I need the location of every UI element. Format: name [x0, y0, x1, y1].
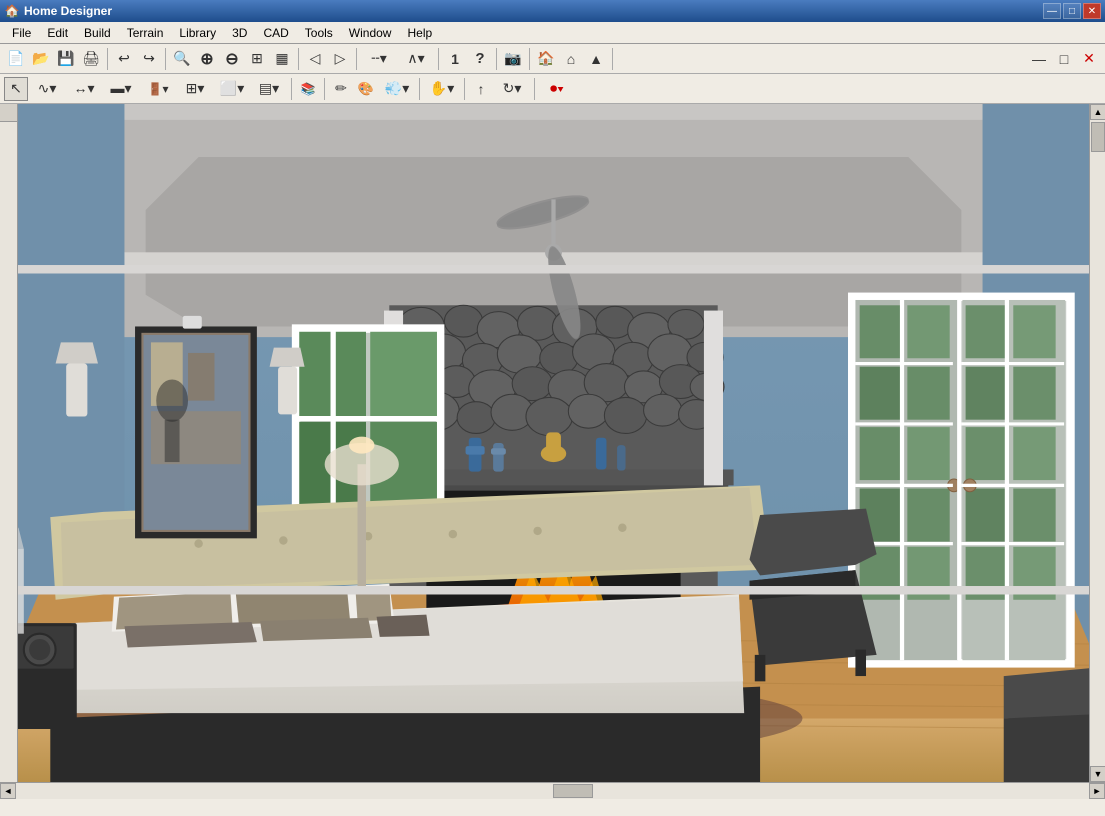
- window-title: Home Designer: [24, 4, 1043, 18]
- title-bar: 🏠 Home Designer — □ ✕: [0, 0, 1105, 22]
- zoom-in-button[interactable]: ⊕: [195, 47, 219, 71]
- menu-library[interactable]: Library: [171, 24, 224, 42]
- sep2: [165, 48, 166, 70]
- house-view3-button[interactable]: ▲: [584, 47, 608, 71]
- spray-button[interactable]: 💨▾: [379, 77, 415, 101]
- select-tool-button[interactable]: ↖: [4, 77, 28, 101]
- measure-button[interactable]: ↔▾: [66, 77, 102, 101]
- menu-cad[interactable]: CAD: [255, 24, 296, 42]
- draw-arc-button[interactable]: ∿▾: [29, 77, 65, 101]
- cabinet-button[interactable]: ▤▾: [251, 77, 287, 101]
- sep-t2-4: [464, 78, 465, 100]
- toolbar1: 📄 📂 💾 🖨 ↩ ↪ 🔍 ⊕ ⊖ ⊞ ▦ ◁ ▷ ╌▾ ∧▾ 1 ? 📷 🏠 …: [0, 44, 1105, 74]
- save-view-button[interactable]: ⊞▾: [177, 77, 213, 101]
- help-button[interactable]: ?: [468, 47, 492, 71]
- window-tool-button[interactable]: ⬜▾: [214, 77, 250, 101]
- sep-t2-1: [291, 78, 292, 100]
- scroll-track[interactable]: [1090, 120, 1105, 766]
- menu-help[interactable]: Help: [399, 24, 440, 42]
- camera-button[interactable]: 📷: [501, 47, 525, 71]
- wall-button[interactable]: ▬▾: [103, 77, 139, 101]
- house-view1-button[interactable]: 🏠: [534, 47, 558, 71]
- sep8: [612, 48, 613, 70]
- scroll-thumb[interactable]: [1091, 122, 1105, 152]
- win-minimize2-button[interactable]: —: [1027, 47, 1051, 71]
- paint-button[interactable]: 🎨: [354, 77, 378, 101]
- rec-button[interactable]: ⏺▾: [539, 77, 575, 101]
- hand-tool-button[interactable]: ✋▾: [424, 77, 460, 101]
- h-scroll-track[interactable]: [16, 783, 1089, 799]
- scroll-left-button[interactable]: ◄: [0, 783, 16, 799]
- sep-t2-2: [324, 78, 325, 100]
- sep3: [298, 48, 299, 70]
- save-button[interactable]: 💾: [54, 47, 78, 71]
- sep6: [496, 48, 497, 70]
- undo-button[interactable]: ↩: [112, 47, 136, 71]
- scroll-up-button[interactable]: ▲: [1090, 104, 1105, 120]
- app-icon: 🏠: [4, 3, 20, 19]
- status-bar: [0, 798, 1105, 816]
- menu-build[interactable]: Build: [76, 24, 119, 42]
- rotate-button[interactable]: ↻▾: [494, 77, 530, 101]
- sep-t2-3: [419, 78, 420, 100]
- fill-button[interactable]: ▦: [270, 47, 294, 71]
- menu-tools[interactable]: Tools: [297, 24, 341, 42]
- door-button[interactable]: 🚪▾: [140, 77, 176, 101]
- menu-terrain[interactable]: Terrain: [119, 24, 172, 42]
- scene-svg: [18, 104, 1089, 782]
- house-view2-button[interactable]: ⌂: [559, 47, 583, 71]
- right-scrollbar[interactable]: ▲ ▼: [1089, 104, 1105, 782]
- menu-3d[interactable]: 3D: [224, 24, 255, 42]
- sep1: [107, 48, 108, 70]
- sep-t2-5: [534, 78, 535, 100]
- menu-bar: File Edit Build Terrain Library 3D CAD T…: [0, 22, 1105, 44]
- new-button[interactable]: 📄: [4, 47, 28, 71]
- viewport[interactable]: [18, 104, 1089, 782]
- ruler-corner: [0, 104, 18, 122]
- bottom-scrollbar[interactable]: ◄ ►: [0, 782, 1105, 798]
- next-view-button[interactable]: ▷: [328, 47, 352, 71]
- prev-view-button[interactable]: ◁: [303, 47, 327, 71]
- redo-button[interactable]: ↪: [137, 47, 161, 71]
- menu-file[interactable]: File: [4, 24, 39, 42]
- dimension-button[interactable]: 1: [443, 47, 467, 71]
- sep4: [356, 48, 357, 70]
- toolbar2: ↖ ∿▾ ↔▾ ▬▾ 🚪▾ ⊞▾ ⬜▾ ▤▾ 📚 ✏ 🎨 💨▾ ✋▾ ↑ ↻▾ …: [0, 74, 1105, 104]
- zoom-in-small-button[interactable]: 🔍: [170, 47, 194, 71]
- scroll-right-button[interactable]: ►: [1089, 783, 1105, 799]
- pencil-button[interactable]: ✏: [329, 77, 353, 101]
- zoom-out-button[interactable]: ⊖: [220, 47, 244, 71]
- open-button[interactable]: 📂: [29, 47, 53, 71]
- win-close2-button[interactable]: ✕: [1077, 47, 1101, 71]
- win-restore2-button[interactable]: □: [1052, 47, 1076, 71]
- menu-window[interactable]: Window: [341, 24, 400, 42]
- window-controls: — □ ✕: [1043, 3, 1101, 19]
- angle-button[interactable]: ∧▾: [398, 47, 434, 71]
- arrow-up-button[interactable]: ↑: [469, 77, 493, 101]
- h-scroll-thumb[interactable]: [553, 784, 593, 798]
- menu-edit[interactable]: Edit: [39, 24, 76, 42]
- fit-button[interactable]: ⊞: [245, 47, 269, 71]
- print-button[interactable]: 🖨: [79, 47, 103, 71]
- sep5: [438, 48, 439, 70]
- line-dropdown-button[interactable]: ╌▾: [361, 47, 397, 71]
- sep7: [529, 48, 530, 70]
- close-button[interactable]: ✕: [1083, 3, 1101, 19]
- minimize-button[interactable]: —: [1043, 3, 1061, 19]
- left-ruler: [0, 104, 18, 782]
- main-content: ▲ ▼: [0, 104, 1105, 782]
- scroll-down-button[interactable]: ▼: [1090, 766, 1105, 782]
- restore-button[interactable]: □: [1063, 3, 1081, 19]
- library-tool-button[interactable]: 📚: [296, 77, 320, 101]
